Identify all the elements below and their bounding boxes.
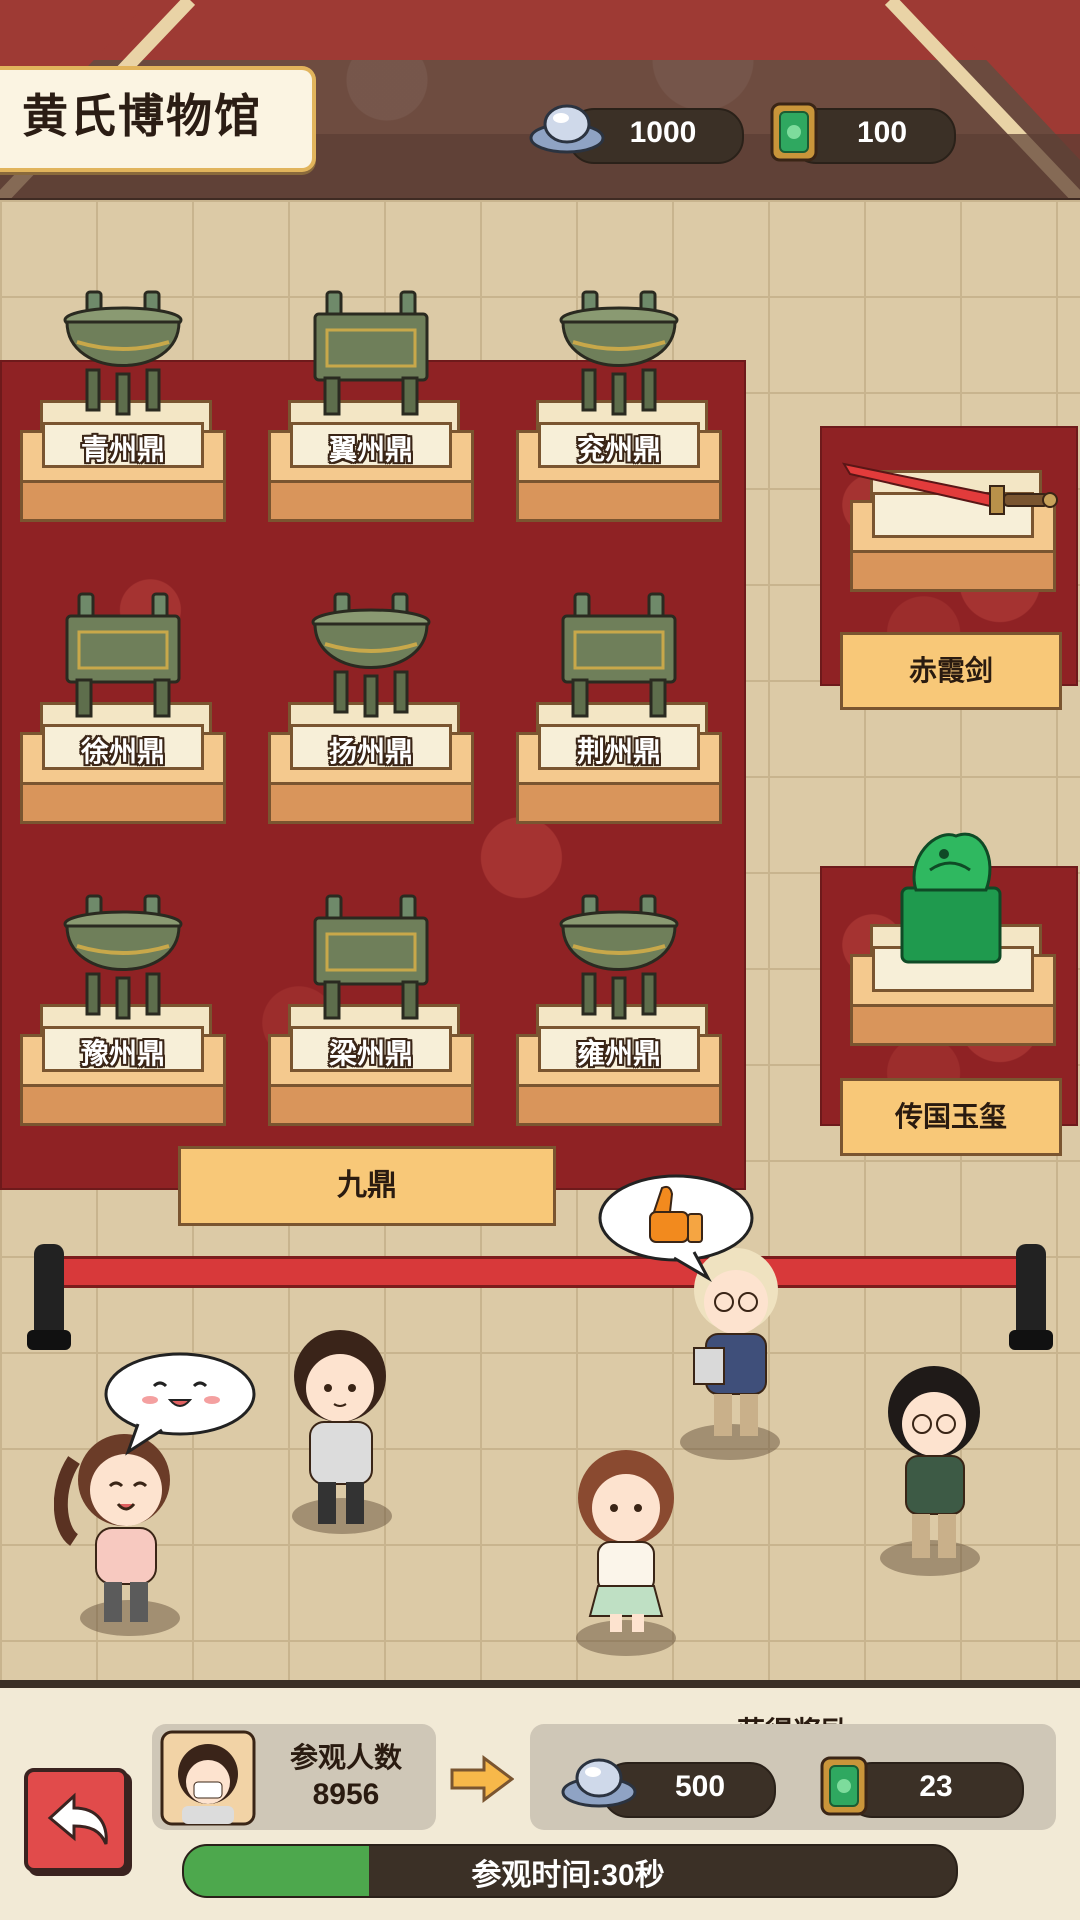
reward-silver-ingot-icon bbox=[561, 1758, 637, 1808]
jade-token-icon bbox=[770, 102, 818, 162]
bronze-cauldron-icon bbox=[65, 592, 181, 718]
bronze-cauldron-icon bbox=[313, 894, 429, 1020]
red-sword-icon bbox=[841, 462, 1058, 515]
cauldron-name: 徐州鼎 bbox=[80, 736, 165, 767]
silver-ingot-icon bbox=[529, 104, 605, 154]
cauldron-name: 雍州鼎 bbox=[576, 1038, 661, 1069]
cauldron-name: 梁州鼎 bbox=[328, 1038, 413, 1069]
bronze-cauldron-icon bbox=[63, 290, 183, 416]
jade-count: 100 bbox=[856, 116, 908, 149]
visitor-girl-skirt[interactable] bbox=[562, 1446, 692, 1636]
cauldron-name: 翼州鼎 bbox=[328, 434, 413, 465]
cauldron-name: 青州鼎 bbox=[80, 434, 165, 465]
visitor-label: 参观人数 bbox=[289, 1742, 402, 1773]
bronze-cauldron-icon bbox=[311, 592, 431, 718]
visitor-count: 8956 bbox=[312, 1778, 380, 1811]
visitor-avatar bbox=[160, 1730, 256, 1826]
reward-silver-count: 500 bbox=[674, 1770, 726, 1803]
back-button[interactable] bbox=[24, 1768, 128, 1872]
visitor-man-glasses[interactable] bbox=[876, 1366, 996, 1566]
seal-label[interactable]: 传国玉玺 bbox=[840, 1078, 1062, 1156]
bronze-cauldron-icon bbox=[559, 894, 679, 1020]
bronze-cauldron-icon bbox=[313, 290, 429, 416]
cauldron-name: 豫州鼎 bbox=[80, 1038, 165, 1069]
cauldron-name: 扬州鼎 bbox=[328, 736, 413, 767]
back-arrow-icon bbox=[47, 1792, 108, 1845]
bronze-cauldron-icon bbox=[561, 592, 677, 718]
bronze-cauldron-icon bbox=[559, 290, 679, 416]
reward-jade-count: 23 bbox=[919, 1770, 953, 1803]
cauldron-name: 荆州鼎 bbox=[576, 736, 661, 767]
museum-title: 黄氏博物馆 bbox=[22, 90, 262, 142]
visitor-boy-hoodie[interactable] bbox=[282, 1328, 402, 1528]
thumbs-up-bubble-icon bbox=[598, 1174, 754, 1282]
silver-count: 1000 bbox=[629, 116, 697, 149]
reward-jade-token-icon bbox=[820, 1756, 868, 1816]
cauldron-name: 兖州鼎 bbox=[576, 434, 661, 465]
jade-seal-icon bbox=[900, 832, 1002, 964]
bronze-cauldron-icon bbox=[63, 894, 183, 1020]
sword-label[interactable]: 赤霞剑 bbox=[840, 632, 1062, 710]
arrow-right-icon bbox=[450, 1755, 514, 1803]
laughing-speech-bubble-icon bbox=[104, 1352, 256, 1456]
visit-time-label: 参观时间:30秒 bbox=[471, 1859, 665, 1892]
